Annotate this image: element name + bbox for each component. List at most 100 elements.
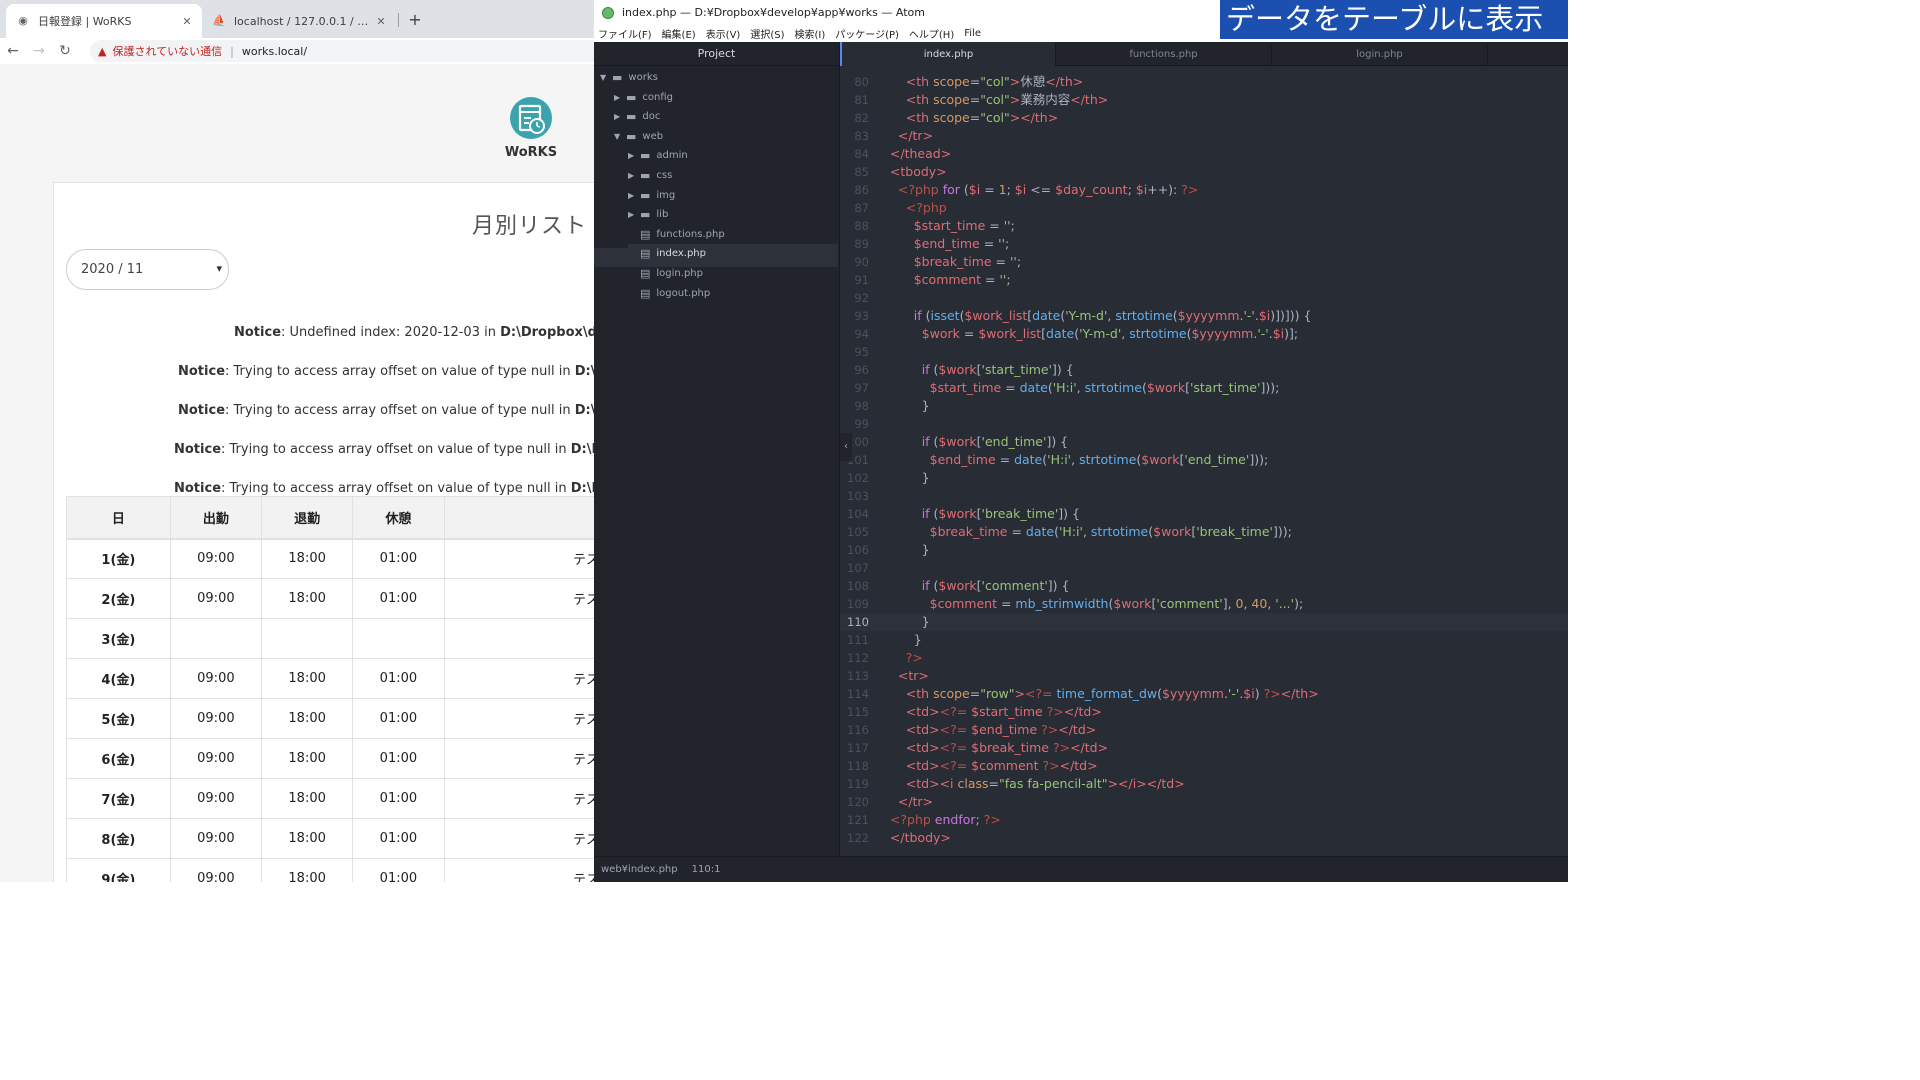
code-line[interactable]: 98 } xyxy=(840,397,1568,415)
status-cursor-position[interactable]: 110:1 xyxy=(692,864,721,875)
tab-index-php[interactable]: index.php xyxy=(840,42,1056,66)
tree-item[interactable]: ▶ ▬ admin xyxy=(628,146,838,165)
code-line[interactable]: 99 xyxy=(840,415,1568,433)
month-select[interactable]: 2020 / 11 ▾ xyxy=(66,249,229,290)
code-line[interactable]: 106 } xyxy=(840,541,1568,559)
close-icon[interactable]: ✕ xyxy=(180,15,194,28)
code-line[interactable]: 92 xyxy=(840,289,1568,307)
cell-end: 18:00 xyxy=(261,738,354,779)
address-bar[interactable]: ▲ 保護されていない通信 | works.local/ xyxy=(90,40,600,62)
code-line[interactable]: 97 $start_time = date('H:i', strtotime($… xyxy=(840,379,1568,397)
cell-day: 7(金) xyxy=(66,778,171,819)
code-line[interactable]: 108 if ($work['comment']) { xyxy=(840,577,1568,595)
menu-view[interactable]: 表示(V) xyxy=(706,26,741,41)
url-divider: | xyxy=(230,44,234,58)
menu-file-en[interactable]: File xyxy=(964,28,981,39)
tab-phpmyadmin[interactable]: ⛵ localhost / 127.0.0.1 / works / wo ✕ xyxy=(206,4,396,38)
code-line[interactable]: 111 } xyxy=(840,631,1568,649)
code-line[interactable]: 122 </tbody> xyxy=(840,829,1568,847)
code-line[interactable]: 90 $break_time = ''; xyxy=(840,253,1568,271)
code-token: 40 xyxy=(1251,596,1268,611)
code-line[interactable]: 103 xyxy=(840,487,1568,505)
code-line[interactable]: 110 } xyxy=(840,613,1568,631)
code-line[interactable]: 119 <td><i class="fas fa-pencil-alt"></i… xyxy=(840,775,1568,793)
code-line[interactable]: 102 } xyxy=(840,469,1568,487)
code-line[interactable]: 84 </thead> xyxy=(840,145,1568,163)
code-line[interactable]: 116 <td><?= $end_time ?></td> xyxy=(840,721,1568,739)
code-line[interactable]: 109 $comment = mb_strimwidth($work['comm… xyxy=(840,595,1568,613)
code-line[interactable]: 121 <?php endfor; ?> xyxy=(840,811,1568,829)
code-text: <td><?= $break_time ?></td> xyxy=(874,739,1108,757)
tab-login-php[interactable]: login.php xyxy=(1272,42,1488,66)
code-line[interactable]: 113 <tr> xyxy=(840,667,1568,685)
collapse-panel-icon[interactable]: ‹ xyxy=(840,433,852,461)
new-tab-button[interactable]: + xyxy=(405,10,425,30)
tree-item[interactable]: ▼ ▬ web xyxy=(614,127,838,146)
url-text[interactable]: works.local/ xyxy=(242,45,307,58)
line-number: 90 xyxy=(854,255,869,269)
code-line[interactable]: 107 xyxy=(840,559,1568,577)
code-line[interactable]: 89 $end_time = ''; xyxy=(840,235,1568,253)
code-token: $work xyxy=(1153,524,1192,539)
code-line[interactable]: 82 <th scope="col"></th> xyxy=(840,109,1568,127)
code-line[interactable]: 118 <td><?= $comment ?></td> xyxy=(840,757,1568,775)
back-icon[interactable]: ← xyxy=(0,40,26,62)
code-token: ; xyxy=(1005,236,1010,251)
code-line[interactable]: 115 <td><?= $start_time ?></td> xyxy=(840,703,1568,721)
tree-item[interactable]: ▼ ▬ works xyxy=(600,68,838,87)
forward-icon[interactable]: → xyxy=(26,40,52,62)
code-line[interactable]: 95 xyxy=(840,343,1568,361)
code-line[interactable]: 87 <?php xyxy=(840,199,1568,217)
menu-find[interactable]: 検索(I) xyxy=(795,26,826,41)
status-file-path[interactable]: web¥index.php xyxy=(601,864,678,875)
code-line[interactable]: 80 <th scope="col">休憩</th> xyxy=(840,73,1568,91)
tree-item[interactable]: ▤ login.php xyxy=(628,264,838,283)
code-editor[interactable]: 80 <th scope="col">休憩</th> 81 <th scope="… xyxy=(840,66,1568,856)
code-line[interactable]: 105 $break_time = date('H:i', strtotime(… xyxy=(840,523,1568,541)
tree-item[interactable]: ▤ logout.php xyxy=(628,284,838,303)
code-line[interactable]: 83 </tr> xyxy=(840,127,1568,145)
menu-selection[interactable]: 選択(S) xyxy=(750,26,784,41)
menu-help[interactable]: ヘルプ(H) xyxy=(909,26,954,41)
tree-item[interactable]: ▶ ▬ css xyxy=(628,166,838,185)
code-line[interactable]: 120 </tr> xyxy=(840,793,1568,811)
line-number: 94 xyxy=(854,327,869,341)
security-label[interactable]: 保護されていない通信 xyxy=(112,43,222,59)
code-line[interactable]: 100 if ($work['end_time']) { xyxy=(840,433,1568,451)
close-icon[interactable]: ✕ xyxy=(374,15,388,28)
warning-icon: ▲ xyxy=(98,44,107,58)
code-text: $break_time = ''; xyxy=(874,253,1021,271)
code-line[interactable]: 96 if ($work['start_time']) { xyxy=(840,361,1568,379)
project-tab[interactable]: Project xyxy=(594,42,839,66)
code-line[interactable]: 104 if ($work['break_time']) { xyxy=(840,505,1568,523)
line-number: 119 xyxy=(847,777,869,791)
menu-edit[interactable]: 編集(E) xyxy=(662,26,696,41)
tree-item[interactable]: ▤ index.php xyxy=(628,244,838,264)
code-line[interactable]: 112 ?> xyxy=(840,649,1568,667)
tab-works[interactable]: ◉ 日報登録 | WoRKS ✕ xyxy=(6,4,202,38)
tree-item[interactable]: ▶ ▬ lib xyxy=(628,205,838,224)
menu-file[interactable]: ファイル(F) xyxy=(598,26,652,41)
tab-functions-php[interactable]: functions.php xyxy=(1056,42,1272,66)
code-line[interactable]: 117 <td><?= $break_time ?></td> xyxy=(840,739,1568,757)
code-line[interactable]: 91 $comment = ''; xyxy=(840,271,1568,289)
code-line[interactable]: 85 <tbody> xyxy=(840,163,1568,181)
cell-break: 01:00 xyxy=(352,658,445,699)
code-line[interactable]: 88 $start_time = ''; xyxy=(840,217,1568,235)
reload-icon[interactable]: ↻ xyxy=(52,40,78,62)
tree-item[interactable]: ▶ ▬ config xyxy=(614,88,838,107)
code-line[interactable]: 93 if (isset($work_list[date('Y-m-d', st… xyxy=(840,307,1568,325)
code-token: ])); xyxy=(1260,380,1280,395)
tree-item[interactable]: ▶ ▬ doc xyxy=(614,107,838,126)
tree-item[interactable]: ▤ functions.php xyxy=(628,225,838,244)
table-row: 4(金) 09:00 18:00 01:00 テス xyxy=(66,658,600,699)
code-line[interactable]: 94 $work = $work_list[date('Y-m-d', strt… xyxy=(840,325,1568,343)
code-line[interactable]: 101 $end_time = date('H:i', strtotime($w… xyxy=(840,451,1568,469)
menu-packages[interactable]: パッケージ(P) xyxy=(835,26,899,41)
code-line[interactable]: 86 <?php for ($i = 1; $i <= $day_count; … xyxy=(840,181,1568,199)
tree-item[interactable]: ▶ ▬ img xyxy=(628,186,838,205)
code-token: mb_strimwidth xyxy=(1015,596,1109,611)
table-row: 6(金) 09:00 18:00 01:00 テス xyxy=(66,738,600,779)
code-line[interactable]: 81 <th scope="col">業務内容</th> xyxy=(840,91,1568,109)
code-line[interactable]: 114 <th scope="row"><?= time_format_dw($… xyxy=(840,685,1568,703)
